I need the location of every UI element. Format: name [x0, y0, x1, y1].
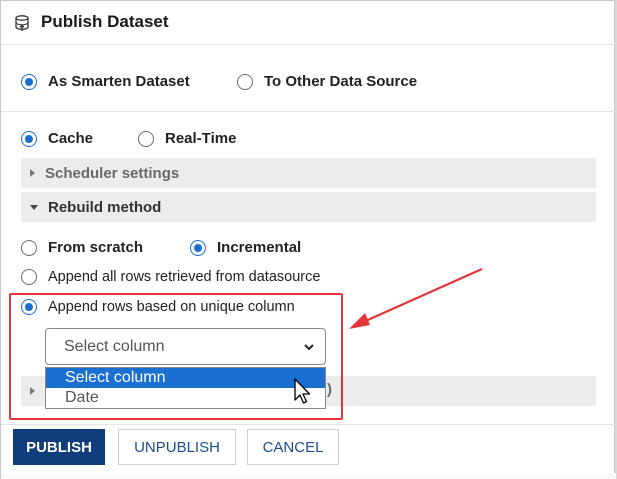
footer-divider — [1, 424, 616, 425]
footer-bottom-strip — [1, 473, 616, 479]
section-divider — [1, 111, 616, 112]
option-cache[interactable]: Cache — [21, 130, 93, 147]
real-time-label: Real-Time — [165, 130, 237, 147]
from-scratch-label: From scratch — [48, 239, 144, 256]
dialog-title: Publish Dataset — [41, 12, 169, 31]
option-real-time[interactable]: Real-Time — [138, 130, 236, 147]
append-all-rows-radio[interactable] — [21, 269, 37, 285]
hidden-accordion[interactable] — [326, 376, 596, 406]
as-smarten-dataset-radio[interactable] — [21, 73, 37, 90]
scheduler-settings-accordion[interactable]: Scheduler settings — [21, 158, 596, 188]
to-other-data-source-radio[interactable] — [237, 73, 253, 90]
annotation-highlight-box — [9, 293, 343, 420]
append-all-rows-label: Append all rows retrieved from datasourc… — [48, 269, 321, 285]
rebuild-method-label: Rebuild method — [48, 198, 162, 216]
dialog-header: Publish Dataset — [1, 1, 616, 45]
incremental-radio[interactable] — [190, 239, 206, 256]
to-other-data-source-label: To Other Data Source — [264, 73, 418, 90]
incremental-label: Incremental — [217, 239, 302, 256]
cache-label: Cache — [48, 130, 94, 147]
real-time-radio[interactable] — [138, 130, 154, 147]
option-as-smarten-dataset[interactable]: As Smarten Dataset — [21, 73, 190, 90]
scheduler-settings-label: Scheduler settings — [45, 164, 180, 182]
publish-dataset-icon — [15, 15, 29, 31]
option-from-scratch[interactable]: From scratch — [21, 239, 143, 256]
option-append-all-rows[interactable]: Append all rows retrieved from datasourc… — [21, 269, 320, 285]
cancel-button[interactable]: CANCEL — [247, 429, 339, 465]
publish-button[interactable]: PUBLISH — [13, 429, 105, 465]
annotation-arrow-icon — [349, 267, 483, 329]
cache-radio[interactable] — [21, 130, 37, 147]
option-incremental[interactable]: Incremental — [190, 239, 301, 256]
publish-dataset-dialog: Publish Dataset As Smarten Dataset To Ot… — [0, 0, 616, 479]
rebuild-method-accordion[interactable]: Rebuild method — [21, 192, 596, 222]
unpublish-button[interactable]: UNPUBLISH — [118, 429, 236, 465]
caret-right-icon — [30, 169, 35, 177]
from-scratch-radio[interactable] — [21, 239, 37, 256]
option-to-other-data-source[interactable]: To Other Data Source — [237, 73, 417, 90]
caret-down-icon — [30, 204, 38, 210]
as-smarten-dataset-label: As Smarten Dataset — [48, 73, 190, 90]
